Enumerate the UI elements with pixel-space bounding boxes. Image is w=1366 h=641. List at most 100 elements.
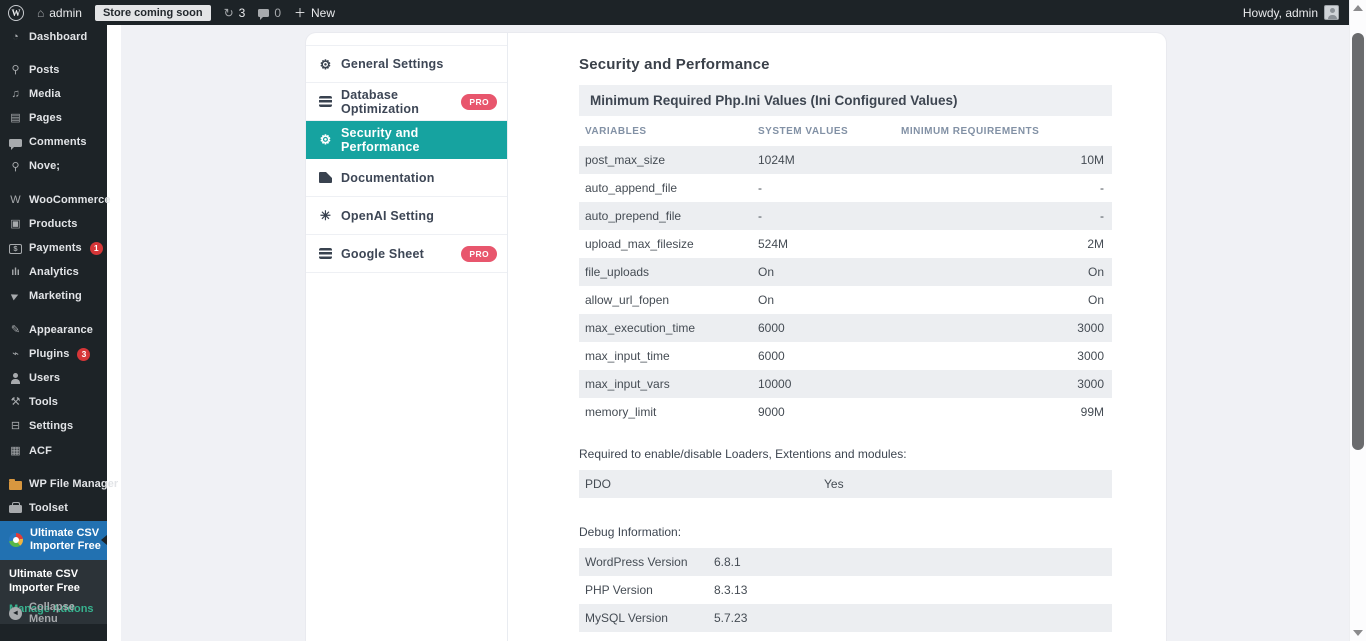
tab-database-optimization[interactable]: Database OptimizationPRO	[306, 83, 507, 121]
media-icon: ♫	[9, 89, 22, 100]
security-performance-content: Security and Performance Minimum Require…	[508, 33, 1166, 641]
table-cell: 3000	[901, 321, 1104, 335]
table-row: Server SoftWare	[579, 632, 1112, 641]
sidebar-item-acf[interactable]: ▦ACF	[0, 439, 107, 463]
sidebar-item-woocommerce[interactable]: WWooCommerce	[0, 188, 107, 212]
store-coming-soon-badge[interactable]: Store coming soon	[95, 5, 211, 21]
sidebar-item-pages[interactable]: ▤Pages	[0, 107, 107, 131]
sidebar-item-tools[interactable]: ⚒Tools	[0, 391, 107, 415]
debug-table: WordPress Version6.8.1PHP Version8.3.13M…	[579, 548, 1112, 641]
updates-indicator[interactable]: ↻ 3	[224, 6, 246, 20]
sidebar-item-label: Analytics	[29, 266, 79, 279]
table-cell: allow_url_fopen	[585, 293, 758, 307]
table-row: memory_limit900099M	[579, 398, 1112, 426]
gear-icon: ⚙	[319, 58, 332, 71]
table-row: PHP Version8.3.13	[579, 576, 1112, 604]
tab-google-sheet[interactable]: Google SheetPRO	[306, 235, 507, 273]
woocommerce-icon: W	[9, 195, 22, 206]
tab-openai-setting[interactable]: ✳OpenAI Setting	[306, 197, 507, 235]
page-scrollbar[interactable]	[1349, 0, 1366, 641]
scroll-up-arrow[interactable]	[1353, 5, 1363, 11]
loaders-table: PDOYes	[579, 470, 1112, 498]
sidebar-item-posts[interactable]: ⚲Posts	[0, 58, 107, 82]
sidebar-item-label: Appearance	[29, 324, 93, 337]
tab-label: Security and Performance	[341, 126, 497, 154]
admin-sidebar: ◔Dashboard ⚲Posts♫Media▤PagesComments⚲Nov…	[0, 25, 107, 641]
sidebar-gutter	[107, 25, 121, 641]
sidebar-item-toolset[interactable]: Toolset	[0, 496, 107, 520]
table-row: allow_url_fopenOnOn	[579, 286, 1112, 314]
debug-label: Debug Information:	[579, 525, 1112, 539]
sidebar-item-ultimate-csv-importer-free[interactable]: Ultimate CSV Importer Free	[0, 521, 107, 561]
table-row: PDOYes	[579, 470, 1112, 498]
tab-general-settings[interactable]: ⚙ General Settings	[306, 45, 507, 83]
sidebar-item-label: Tools	[29, 396, 58, 409]
table-cell: WordPress Version	[585, 555, 714, 569]
table-cell: 10000	[758, 377, 901, 391]
howdy-text: Howdy, admin	[1243, 6, 1318, 20]
table-cell: On	[901, 293, 1104, 307]
table-cell: max_input_vars	[585, 377, 758, 391]
table-cell: max_execution_time	[585, 321, 758, 335]
document-icon	[319, 172, 332, 183]
column-header: MINIMUM REQUIREMENTS	[901, 126, 1104, 137]
folder-icon	[9, 481, 22, 490]
sidebar-item-payments[interactable]: $Payments1	[0, 237, 107, 261]
sidebar-item-media[interactable]: ♫Media	[0, 82, 107, 106]
tab-label: General Settings	[341, 57, 444, 71]
sidebar-item-users[interactable]: Users	[0, 366, 107, 390]
table-cell: -	[758, 209, 901, 223]
home-icon: ⌂	[37, 7, 44, 19]
update-icon: ↻	[224, 7, 234, 19]
table-cell: upload_max_filesize	[585, 237, 758, 251]
tab-documentation[interactable]: Documentation	[306, 159, 507, 197]
new-label: New	[311, 6, 335, 20]
submenu-item-ultimate-csv-importer-free[interactable]: Ultimate CSV Importer Free	[9, 567, 98, 596]
site-name: admin	[49, 6, 82, 20]
comment-count: 0	[274, 6, 281, 20]
table-cell: -	[901, 209, 1104, 223]
wordpress-menu[interactable]: W	[8, 5, 24, 21]
sidebar-item-dashboard[interactable]: ◔Dashboard	[0, 25, 107, 49]
sidebar-item-appearance[interactable]: ✎Appearance	[0, 318, 107, 342]
my-account-menu[interactable]: Howdy, admin	[1243, 5, 1339, 20]
table-cell: 1024M	[758, 153, 901, 167]
toolset-icon	[9, 505, 22, 513]
sidebar-item-label: Posts	[29, 64, 59, 77]
payments-icon: $	[9, 244, 22, 254]
new-content-menu[interactable]: ＋ New	[294, 6, 335, 20]
table-cell: 3000	[901, 377, 1104, 391]
sidebar-item-label: Toolset	[29, 502, 68, 515]
table-cell: PDO	[585, 477, 824, 491]
sidebar-item-analytics[interactable]: ılıAnalytics	[0, 261, 107, 285]
sidebar-item-wp-file-manager[interactable]: WP File Manager	[0, 472, 107, 496]
database-icon	[319, 248, 332, 259]
table-cell: 9000	[758, 405, 901, 419]
comments-indicator[interactable]: 0	[258, 6, 281, 20]
table-cell: max_input_time	[585, 349, 758, 363]
table-cell: 6000	[758, 349, 901, 363]
loaders-label: Required to enable/disable Loaders, Exte…	[579, 447, 1112, 461]
sidebar-item-label: Dashboard	[29, 31, 87, 44]
sidebar-item-settings[interactable]: ⊟Settings	[0, 415, 107, 439]
sidebar-item-marketing[interactable]: ►Marketing	[0, 285, 107, 309]
sidebar-item-comments[interactable]: Comments	[0, 131, 107, 155]
tab-security-and-performance[interactable]: ⚙Security and Performance	[306, 121, 507, 159]
plus-icon: ＋	[294, 7, 306, 19]
table-row: upload_max_filesize524M2M	[579, 230, 1112, 258]
column-header: VARIABLES	[585, 126, 758, 137]
table-row: MySQL Version5.7.23	[579, 604, 1112, 632]
site-link[interactable]: ⌂ admin	[37, 6, 82, 20]
collapse-menu-button[interactable]: ◂ Collapse Menu	[0, 595, 107, 631]
scrollbar-thumb[interactable]	[1352, 33, 1364, 450]
table-cell: 2M	[901, 237, 1104, 251]
sidebar-item-plugins[interactable]: ⌁Plugins3	[0, 342, 107, 366]
sidebar-item-nove[interactable]: ⚲Nove;	[0, 155, 107, 179]
sidebar-item-label: Ultimate CSV Importer Free	[30, 527, 101, 555]
scroll-down-arrow[interactable]	[1353, 630, 1363, 636]
wordpress-logo-icon: W	[8, 5, 24, 21]
sidebar-item-products[interactable]: ▣Products	[0, 212, 107, 236]
table-cell: MySQL Version	[585, 611, 714, 625]
table-cell: On	[758, 265, 901, 279]
settings-tabs: ⚙ General Settings Database OptimizationPR…	[306, 33, 508, 641]
